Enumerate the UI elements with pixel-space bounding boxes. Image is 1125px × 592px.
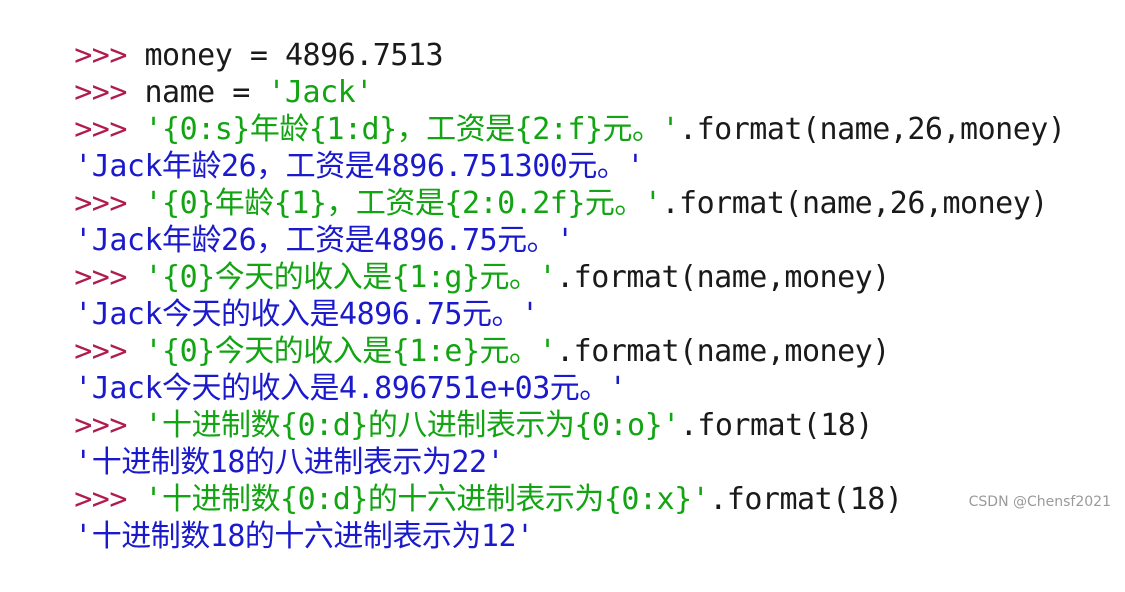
prompt: >>> [74, 75, 145, 110]
output-text: 'Jack今天的收入是4.896751e+03元。' [74, 371, 627, 406]
python-console[interactable]: >>> money = 4896.7513 >>> name = 'Jack' … [0, 0, 1125, 554]
input-string-literal: '{0}今天的收入是{1:e}元。' [144, 334, 557, 369]
input-code: .format(name,money) [556, 334, 890, 369]
input-code: name = 'Jack' [144, 75, 374, 110]
input-string-literal: '{0:s}年龄{1:d}，工资是{2:f}元。' [144, 112, 680, 147]
input-code: .format(18) [709, 482, 903, 517]
console-line-1: >>> money = 4896.7513 [4, 0, 1125, 73]
prompt: >>> [74, 112, 145, 147]
input-code: .format(18) [679, 408, 874, 443]
output-text: '十进制数18的十六进制表示为12' [74, 519, 534, 554]
input-string-literal: '十进制数{0:d}的八进制表示为{0:o}' [144, 408, 681, 443]
watermark: CSDN @Chensf2021 [968, 494, 1111, 510]
input-string-literal: '{0}今天的收入是{1:g}元。' [144, 260, 557, 295]
input-string-literal: '十进制数{0:d}的十六进制表示为{0:x}' [144, 482, 710, 517]
prompt: >>> [74, 408, 145, 443]
input-code: .format(name,money) [556, 260, 890, 295]
prompt: >>> [74, 186, 145, 221]
prompt: >>> [74, 260, 145, 295]
prompt: >>> [74, 334, 145, 369]
input-string-literal: '{0}年龄{1}，工资是{2:0.2f}元。' [144, 186, 662, 221]
prompt: >>> [74, 482, 145, 517]
input-code: .format(name,26,money) [661, 186, 1048, 221]
output-text: 'Jack年龄26，工资是4896.75元。' [74, 223, 574, 258]
output-text: '十进制数18的八进制表示为22' [74, 445, 505, 480]
output-text: 'Jack今天的收入是4896.75元。' [74, 297, 539, 332]
prompt: >>> [74, 38, 145, 73]
input-code: money = 4896.7513 [144, 38, 444, 73]
output-text: 'Jack年龄26，工资是4896.751300元。' [74, 149, 644, 184]
input-code: .format(name,26,money) [679, 112, 1066, 147]
input-string-literal: 'Jack' [267, 75, 373, 110]
